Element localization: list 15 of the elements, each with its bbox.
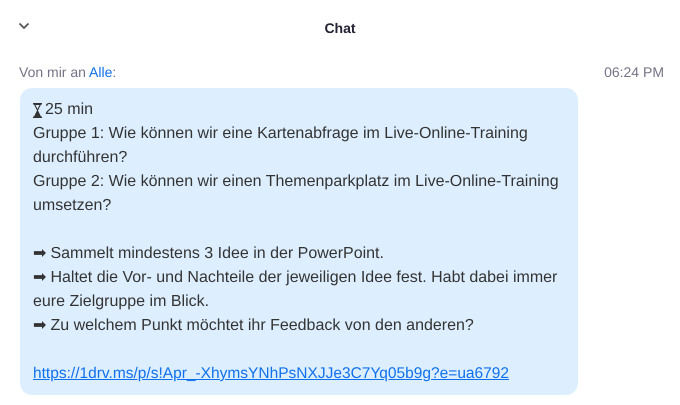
message-line: ➡ Zu welchem Punkt möchtet ihr Feedback von den anderen? xyxy=(33,316,475,336)
timer-text: 25 min xyxy=(45,100,94,120)
message-line: ➡ Haltet die Vor- und Nachteile der jeweiligen Idee fest. Habt dabei immer eure Zielgruppe im Blick. xyxy=(33,268,558,312)
colon-text: : xyxy=(112,64,116,80)
collapse-button[interactable] xyxy=(16,20,32,32)
message-line: Gruppe 2: Wie können wir einen Themenparkplatz im Live-Online-Training umsetzen? xyxy=(33,172,560,216)
chevron-down-icon xyxy=(18,22,30,30)
message-line: Gruppe 1: Wie können wir eine Kartenabfrage im Live-Online-Training durchführen? xyxy=(33,124,529,168)
message-line: ➡ Sammelt mindestens 3 Idee in der PowerPoint. xyxy=(33,244,385,264)
link[interactable]: https://1drv.ms/p/s!Apr_-XhymsYNhPsNXJJe3C7Yq05b9g?e=ua6792 xyxy=(33,365,510,382)
message-time: 06:24 PM xyxy=(604,64,664,80)
message-sender: Von mir an xyxy=(19,64,87,80)
hourglass-icon xyxy=(33,102,42,118)
recipient-link[interactable]: Alle xyxy=(89,64,112,80)
chat-title: Chat xyxy=(324,20,356,36)
